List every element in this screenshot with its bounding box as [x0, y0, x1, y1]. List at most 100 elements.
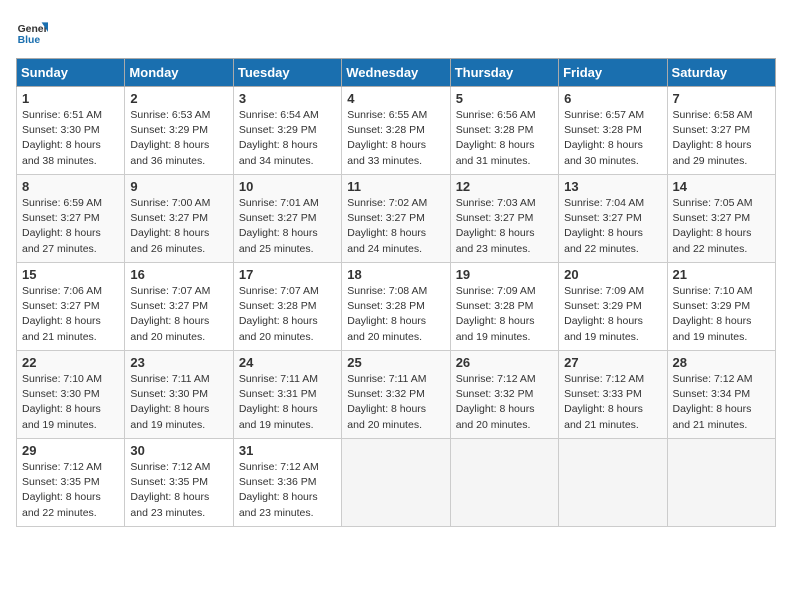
day-cell-22: 22 Sunrise: 7:10 AM Sunset: 3:30 PM Dayl… [17, 351, 125, 439]
day-number: 6 [564, 91, 661, 106]
day-info: Sunrise: 6:58 AM Sunset: 3:27 PM Dayligh… [673, 108, 770, 169]
day-info: Sunrise: 7:12 AM Sunset: 3:36 PM Dayligh… [239, 460, 336, 521]
weekday-header-friday: Friday [559, 59, 667, 87]
daylight-label: Daylight: 8 hours and 19 minutes. [564, 315, 643, 342]
day-number: 14 [673, 179, 770, 194]
day-info: Sunrise: 7:05 AM Sunset: 3:27 PM Dayligh… [673, 196, 770, 257]
daylight-label: Daylight: 8 hours and 30 minutes. [564, 139, 643, 166]
sunset-label: Sunset: 3:28 PM [456, 124, 534, 136]
day-cell-7: 7 Sunrise: 6:58 AM Sunset: 3:27 PM Dayli… [667, 87, 775, 175]
day-cell-17: 17 Sunrise: 7:07 AM Sunset: 3:28 PM Dayl… [233, 263, 341, 351]
day-cell-27: 27 Sunrise: 7:12 AM Sunset: 3:33 PM Dayl… [559, 351, 667, 439]
daylight-label: Daylight: 8 hours and 19 minutes. [239, 403, 318, 430]
day-info: Sunrise: 7:07 AM Sunset: 3:27 PM Dayligh… [130, 284, 227, 345]
sunset-label: Sunset: 3:29 PM [239, 124, 317, 136]
day-number: 1 [22, 91, 119, 106]
day-info: Sunrise: 7:09 AM Sunset: 3:29 PM Dayligh… [564, 284, 661, 345]
logo: General Blue [16, 16, 52, 48]
day-cell-31: 31 Sunrise: 7:12 AM Sunset: 3:36 PM Dayl… [233, 439, 341, 527]
day-cell-6: 6 Sunrise: 6:57 AM Sunset: 3:28 PM Dayli… [559, 87, 667, 175]
sunset-label: Sunset: 3:30 PM [130, 388, 208, 400]
day-cell-24: 24 Sunrise: 7:11 AM Sunset: 3:31 PM Dayl… [233, 351, 341, 439]
day-info: Sunrise: 7:00 AM Sunset: 3:27 PM Dayligh… [130, 196, 227, 257]
day-info: Sunrise: 7:04 AM Sunset: 3:27 PM Dayligh… [564, 196, 661, 257]
calendar-week-row: 1 Sunrise: 6:51 AM Sunset: 3:30 PM Dayli… [17, 87, 776, 175]
day-number: 15 [22, 267, 119, 282]
sunrise-label: Sunrise: 7:12 AM [239, 461, 319, 473]
day-cell-13: 13 Sunrise: 7:04 AM Sunset: 3:27 PM Dayl… [559, 175, 667, 263]
day-number: 3 [239, 91, 336, 106]
day-cell-19: 19 Sunrise: 7:09 AM Sunset: 3:28 PM Dayl… [450, 263, 558, 351]
sunrise-label: Sunrise: 7:10 AM [22, 373, 102, 385]
day-cell-10: 10 Sunrise: 7:01 AM Sunset: 3:27 PM Dayl… [233, 175, 341, 263]
day-number: 2 [130, 91, 227, 106]
day-cell-5: 5 Sunrise: 6:56 AM Sunset: 3:28 PM Dayli… [450, 87, 558, 175]
daylight-label: Daylight: 8 hours and 25 minutes. [239, 227, 318, 254]
day-cell-29: 29 Sunrise: 7:12 AM Sunset: 3:35 PM Dayl… [17, 439, 125, 527]
day-info: Sunrise: 7:12 AM Sunset: 3:35 PM Dayligh… [130, 460, 227, 521]
day-cell-20: 20 Sunrise: 7:09 AM Sunset: 3:29 PM Dayl… [559, 263, 667, 351]
day-info: Sunrise: 6:55 AM Sunset: 3:28 PM Dayligh… [347, 108, 444, 169]
day-number: 21 [673, 267, 770, 282]
weekday-header-sunday: Sunday [17, 59, 125, 87]
weekday-header-tuesday: Tuesday [233, 59, 341, 87]
sunrise-label: Sunrise: 7:09 AM [564, 285, 644, 297]
day-cell-9: 9 Sunrise: 7:00 AM Sunset: 3:27 PM Dayli… [125, 175, 233, 263]
day-number: 8 [22, 179, 119, 194]
day-info: Sunrise: 7:01 AM Sunset: 3:27 PM Dayligh… [239, 196, 336, 257]
weekday-header-monday: Monday [125, 59, 233, 87]
day-info: Sunrise: 7:10 AM Sunset: 3:30 PM Dayligh… [22, 372, 119, 433]
day-number: 4 [347, 91, 444, 106]
day-number: 12 [456, 179, 553, 194]
sunset-label: Sunset: 3:35 PM [22, 476, 100, 488]
calendar-table: SundayMondayTuesdayWednesdayThursdayFrid… [16, 58, 776, 527]
empty-cell [559, 439, 667, 527]
day-number: 31 [239, 443, 336, 458]
day-info: Sunrise: 6:54 AM Sunset: 3:29 PM Dayligh… [239, 108, 336, 169]
sunset-label: Sunset: 3:30 PM [22, 388, 100, 400]
sunrise-label: Sunrise: 7:00 AM [130, 197, 210, 209]
sunrise-label: Sunrise: 7:12 AM [564, 373, 644, 385]
daylight-label: Daylight: 8 hours and 19 minutes. [22, 403, 101, 430]
empty-cell [342, 439, 450, 527]
calendar-week-row: 22 Sunrise: 7:10 AM Sunset: 3:30 PM Dayl… [17, 351, 776, 439]
sunrise-label: Sunrise: 6:54 AM [239, 109, 319, 121]
daylight-label: Daylight: 8 hours and 33 minutes. [347, 139, 426, 166]
sunset-label: Sunset: 3:28 PM [239, 300, 317, 312]
day-number: 22 [22, 355, 119, 370]
daylight-label: Daylight: 8 hours and 23 minutes. [456, 227, 535, 254]
sunset-label: Sunset: 3:32 PM [456, 388, 534, 400]
day-number: 24 [239, 355, 336, 370]
day-cell-18: 18 Sunrise: 7:08 AM Sunset: 3:28 PM Dayl… [342, 263, 450, 351]
day-cell-28: 28 Sunrise: 7:12 AM Sunset: 3:34 PM Dayl… [667, 351, 775, 439]
day-cell-12: 12 Sunrise: 7:03 AM Sunset: 3:27 PM Dayl… [450, 175, 558, 263]
day-number: 18 [347, 267, 444, 282]
day-info: Sunrise: 7:02 AM Sunset: 3:27 PM Dayligh… [347, 196, 444, 257]
page-header: General Blue [16, 16, 776, 48]
sunset-label: Sunset: 3:27 PM [673, 212, 751, 224]
day-info: Sunrise: 7:06 AM Sunset: 3:27 PM Dayligh… [22, 284, 119, 345]
sunset-label: Sunset: 3:30 PM [22, 124, 100, 136]
day-number: 5 [456, 91, 553, 106]
day-number: 9 [130, 179, 227, 194]
daylight-label: Daylight: 8 hours and 21 minutes. [22, 315, 101, 342]
day-number: 30 [130, 443, 227, 458]
calendar-week-row: 29 Sunrise: 7:12 AM Sunset: 3:35 PM Dayl… [17, 439, 776, 527]
day-cell-14: 14 Sunrise: 7:05 AM Sunset: 3:27 PM Dayl… [667, 175, 775, 263]
day-number: 25 [347, 355, 444, 370]
empty-cell [450, 439, 558, 527]
sunrise-label: Sunrise: 7:01 AM [239, 197, 319, 209]
empty-cell [667, 439, 775, 527]
day-info: Sunrise: 7:03 AM Sunset: 3:27 PM Dayligh… [456, 196, 553, 257]
day-info: Sunrise: 7:10 AM Sunset: 3:29 PM Dayligh… [673, 284, 770, 345]
sunrise-label: Sunrise: 6:58 AM [673, 109, 753, 121]
daylight-label: Daylight: 8 hours and 22 minutes. [22, 491, 101, 518]
daylight-label: Daylight: 8 hours and 23 minutes. [239, 491, 318, 518]
sunrise-label: Sunrise: 7:03 AM [456, 197, 536, 209]
day-cell-25: 25 Sunrise: 7:11 AM Sunset: 3:32 PM Dayl… [342, 351, 450, 439]
sunrise-label: Sunrise: 7:11 AM [130, 373, 209, 385]
sunrise-label: Sunrise: 7:12 AM [456, 373, 536, 385]
daylight-label: Daylight: 8 hours and 21 minutes. [564, 403, 643, 430]
svg-text:General: General [18, 24, 48, 35]
sunset-label: Sunset: 3:28 PM [347, 300, 425, 312]
